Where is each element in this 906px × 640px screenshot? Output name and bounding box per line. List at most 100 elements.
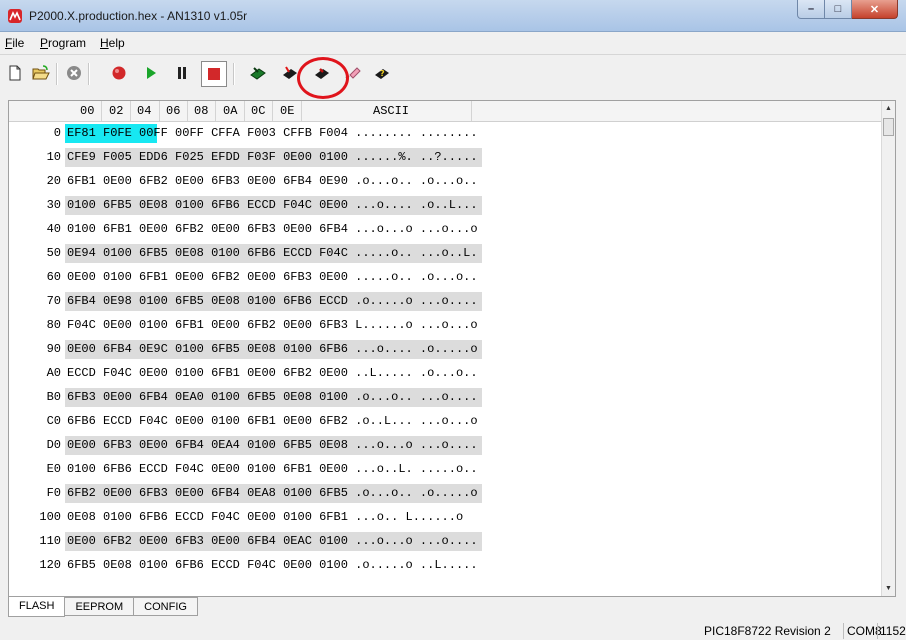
hex-word[interactable]: EF81 (67, 126, 96, 140)
hex-row[interactable]: 30 0100 6FB5 0E08 0100 6FB6 ECCD F04C 0E0… (9, 194, 883, 217)
hex-word[interactable]: 6FB3 (67, 390, 96, 404)
hex-word[interactable]: 6FB1 (283, 462, 312, 476)
hex-word[interactable]: ECCD (67, 366, 96, 380)
hex-word[interactable]: 0E08 (175, 246, 204, 260)
hex-word[interactable]: 0E08 (283, 390, 312, 404)
hex-word[interactable]: ECCD (175, 510, 204, 524)
hex-word[interactable]: 0100 (319, 534, 348, 548)
hex-word[interactable]: 6FB6 (283, 294, 312, 308)
hex-word[interactable]: ECCD (319, 294, 348, 308)
hex-word[interactable]: 0100 (67, 462, 96, 476)
hex-word[interactable]: 0E98 (103, 294, 132, 308)
hex-word[interactable]: 00FF (175, 126, 204, 140)
hex-word[interactable]: 0100 (247, 462, 276, 476)
hex-word[interactable]: 6FB3 (139, 486, 168, 500)
hex-row[interactable]: 70 6FB4 0E98 0100 6FB5 0E08 0100 6FB6 ECC… (9, 290, 883, 313)
maximize-button[interactable]: □ (825, 0, 852, 19)
scroll-up-arrow[interactable]: ▲ (882, 101, 895, 116)
hex-word[interactable]: 6FB1 (103, 222, 132, 236)
hex-word[interactable]: 0100 (139, 294, 168, 308)
hex-word[interactable]: 0EAC (283, 534, 312, 548)
tab-eeprom[interactable]: EEPROM (65, 597, 135, 616)
hex-word[interactable]: EDD6 (139, 150, 168, 164)
hex-word[interactable]: 0E00 (319, 270, 348, 284)
hex-word[interactable]: 0E00 (319, 462, 348, 476)
hex-word[interactable]: 0E00 (139, 534, 168, 548)
hex-row[interactable]: 100 0E08 0100 6FB6 ECCD F04C 0E00 0100 6F… (9, 506, 883, 529)
hex-word[interactable]: 0E08 (319, 438, 348, 452)
hex-word[interactable]: 6FB1 (211, 366, 240, 380)
hex-word[interactable]: 0E00 (67, 534, 96, 548)
hex-word[interactable]: 6FB4 (103, 342, 132, 356)
hex-word[interactable]: 0100 (103, 510, 132, 524)
hex-word[interactable]: 0100 (283, 510, 312, 524)
hex-word[interactable]: F0FE (103, 126, 132, 140)
hex-word[interactable]: ECCD (103, 414, 132, 428)
hex-word[interactable]: 0E00 (283, 222, 312, 236)
hex-word[interactable]: 6FB5 (319, 486, 348, 500)
hex-word[interactable]: 0100 (103, 246, 132, 260)
hex-word[interactable]: 0100 (175, 198, 204, 212)
hex-word[interactable]: 0EA8 (247, 486, 276, 500)
hex-row[interactable]: D0 0E00 6FB3 0E00 6FB4 0EA4 0100 6FB5 0E0… (9, 434, 883, 457)
hex-word[interactable]: F04C (103, 366, 132, 380)
hex-word[interactable]: 6FB3 (283, 270, 312, 284)
hex-word[interactable]: 6FB5 (103, 198, 132, 212)
hex-word[interactable]: F04C (283, 198, 312, 212)
hex-row[interactable]: 90 0E00 6FB4 0E9C 0100 6FB5 0E08 0100 6FB… (9, 338, 883, 361)
hex-word[interactable]: 0100 (247, 438, 276, 452)
hex-word[interactable]: 0E00 (175, 270, 204, 284)
hex-word[interactable]: 0EA0 (175, 390, 204, 404)
hex-word[interactable]: F005 (103, 150, 132, 164)
hex-word[interactable]: 6FB2 (211, 270, 240, 284)
hex-word[interactable]: 0E00 (211, 222, 240, 236)
hex-word[interactable]: 6FB4 (247, 534, 276, 548)
hex-word[interactable]: 6FB6 (67, 414, 96, 428)
hex-word[interactable]: 6FB3 (211, 174, 240, 188)
hex-word[interactable]: 0E00 (139, 438, 168, 452)
hex-word[interactable]: 6FB5 (283, 438, 312, 452)
run-application-button[interactable] (141, 63, 161, 83)
hex-word[interactable]: F04C (67, 318, 96, 332)
hex-word[interactable]: 6FB3 (175, 534, 204, 548)
hex-word[interactable]: 0100 (319, 390, 348, 404)
hex-word[interactable]: 0E00 (175, 486, 204, 500)
hex-word[interactable]: 0100 (139, 318, 168, 332)
hex-word[interactable]: 6FB2 (283, 366, 312, 380)
hex-word[interactable]: 6FB2 (139, 174, 168, 188)
hex-word[interactable]: F04C (139, 414, 168, 428)
hex-word[interactable]: 0E9C (139, 342, 168, 356)
hex-word[interactable]: 0E08 (139, 198, 168, 212)
hex-word[interactable]: 6FB1 (175, 318, 204, 332)
hex-word[interactable]: 6FB2 (103, 534, 132, 548)
hex-word[interactable]: 6FB4 (175, 438, 204, 452)
hex-row[interactable]: B0 6FB3 0E00 6FB4 0EA0 0100 6FB5 0E08 010… (9, 386, 883, 409)
hex-word[interactable]: 0E00 (283, 150, 312, 164)
hex-word[interactable]: 0E00 (319, 366, 348, 380)
hex-word[interactable]: 6FB5 (67, 558, 96, 572)
hex-word[interactable]: 0100 (139, 558, 168, 572)
hex-word[interactable]: 0100 (67, 222, 96, 236)
hex-word[interactable]: 0E00 (247, 270, 276, 284)
hex-word[interactable]: 0100 (211, 246, 240, 260)
hex-word[interactable]: 0100 (283, 486, 312, 500)
hex-row[interactable]: 10 CFE9 F005 EDD6 F025 EFDD F03F 0E00 010… (9, 146, 883, 169)
hex-word[interactable]: 0100 (67, 198, 96, 212)
hex-word[interactable]: 6FB2 (67, 486, 96, 500)
hex-word[interactable]: 6FB2 (247, 318, 276, 332)
open-button[interactable] (31, 63, 51, 83)
read-device-button[interactable] (248, 63, 268, 83)
hex-word[interactable]: 0EA4 (211, 438, 240, 452)
scroll-thumb[interactable] (883, 118, 894, 136)
hex-word[interactable]: 0E00 (247, 366, 276, 380)
hex-row[interactable]: 50 0E94 0100 6FB5 0E08 0100 6FB6 ECCD F04… (9, 242, 883, 265)
hex-word[interactable]: 6FB4 (211, 486, 240, 500)
hex-word[interactable]: 0E94 (67, 246, 96, 260)
hex-word[interactable]: 0E00 (139, 366, 168, 380)
hex-word[interactable]: 0100 (319, 150, 348, 164)
hex-word[interactable]: F03F (247, 150, 276, 164)
hex-word[interactable]: F025 (175, 150, 204, 164)
hex-word[interactable]: 6FB3 (319, 318, 348, 332)
hex-word[interactable]: F04C (211, 510, 240, 524)
hex-word[interactable]: 0100 (247, 294, 276, 308)
